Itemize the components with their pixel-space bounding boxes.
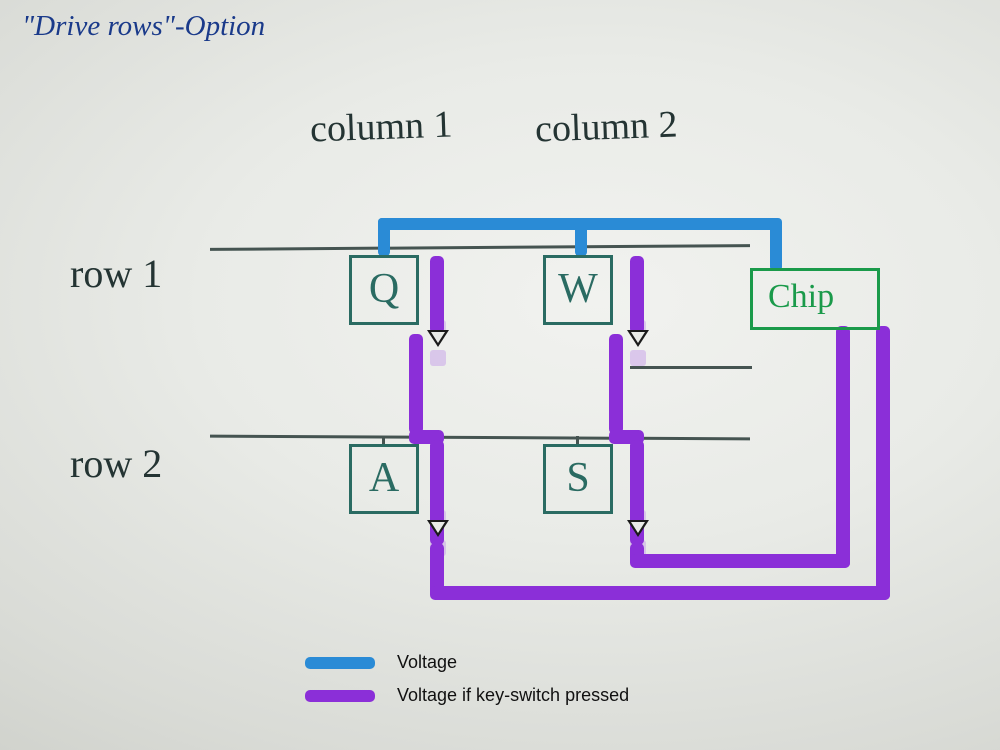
- legend: Voltage Voltage if key-switch pressed: [305, 652, 629, 718]
- row-1-drive-voltage-line: [575, 218, 587, 256]
- diagram-stage: { "title": "\"Drive rows\"-Option", "col…: [0, 0, 1000, 750]
- column-1-voltage-line: [409, 334, 423, 434]
- legend-row-voltage: Voltage: [305, 652, 629, 673]
- column-1-voltage-line: [430, 586, 890, 600]
- row-1-wire: [210, 244, 750, 251]
- diode-arrow-icon: [627, 520, 649, 537]
- legend-swatch-voltage-pressed: [305, 690, 375, 702]
- column-2-voltage-line: [836, 326, 850, 568]
- row-2-wire: [210, 435, 750, 441]
- diode-pad: [430, 350, 446, 366]
- column-2-voltage-line: [609, 334, 623, 434]
- diode-arrow-icon: [427, 330, 449, 347]
- key-q: Q: [349, 255, 419, 325]
- column-1-voltage-line: [430, 256, 444, 334]
- row-1-drive-voltage-line: [378, 218, 390, 256]
- row-2-label: row 2: [70, 440, 162, 487]
- diode-arrow-icon: [427, 520, 449, 537]
- diagram-title: "Drive rows"-Option: [22, 10, 265, 43]
- column-2-voltage-line: [630, 256, 644, 334]
- column-2-label: column 2: [534, 103, 678, 152]
- column-1-label: column 1: [309, 103, 453, 152]
- diode-arrow-icon: [627, 330, 649, 347]
- row-1-label: row 1: [70, 250, 162, 297]
- column-1-voltage-line: [876, 326, 890, 600]
- key-w: W: [543, 255, 613, 325]
- legend-row-voltage-pressed: Voltage if key-switch pressed: [305, 685, 629, 706]
- key-a: A: [349, 444, 419, 514]
- legend-label-voltage: Voltage: [397, 652, 457, 673]
- row-to-chip-wire: [630, 366, 752, 369]
- diode-pad: [630, 350, 646, 366]
- row-1-drive-voltage-line: [770, 218, 782, 271]
- key-s: S: [543, 444, 613, 514]
- legend-label-voltage-pressed: Voltage if key-switch pressed: [397, 685, 629, 706]
- column-2-voltage-line: [630, 554, 850, 568]
- chip-label: Chip: [768, 278, 834, 316]
- legend-swatch-voltage: [305, 657, 375, 669]
